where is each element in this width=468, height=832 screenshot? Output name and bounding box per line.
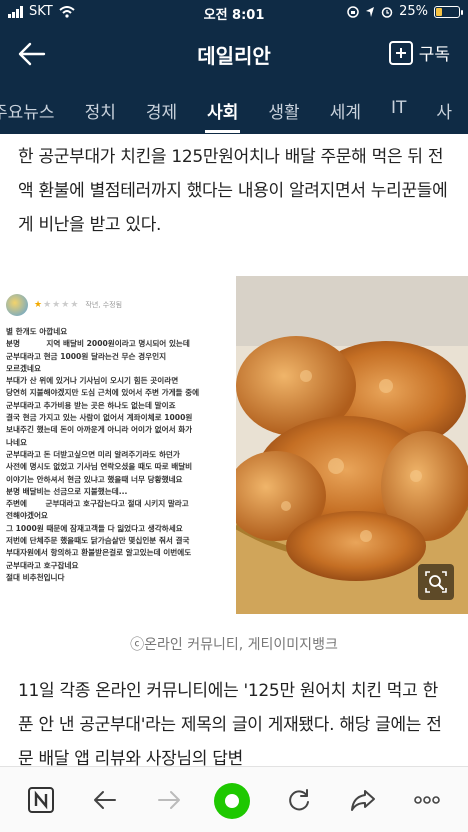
green-dot-icon[interactable]	[212, 781, 252, 821]
star-icon: ★	[34, 300, 44, 310]
review-text: 별 한개도 아깝네요 분명 지역 배달비 2000원이라고 명시되어 있는데 군…	[6, 327, 200, 582]
more-icon[interactable]	[412, 785, 442, 815]
star-icon: ★	[61, 300, 71, 310]
tab-living[interactable]: 생활	[268, 98, 299, 123]
article-image: ★★★★★ 작년, 수정됨 별 한개도 아깝네요 분명 지역 배달비 2000원…	[0, 276, 468, 614]
battery-percent: 25%	[399, 4, 428, 19]
article-body: 한 공군부대가 치킨을 125만원어치나 배달 주문해 먹은 뒤 전액 환불에 …	[0, 134, 468, 766]
rating-stars: ★★★★★	[34, 300, 79, 310]
naver-n-icon[interactable]	[26, 785, 56, 815]
review-screenshot: ★★★★★ 작년, 수정됨 별 한개도 아깝네요 분명 지역 배달비 2000원…	[0, 276, 236, 614]
image-caption: ⓒ온라인 커뮤니티, 게티이미지뱅크	[130, 637, 338, 653]
star-icon: ★	[52, 300, 62, 310]
tab-main-news[interactable]: 주요뉴스	[0, 98, 55, 123]
tab-it[interactable]: IT	[391, 98, 406, 123]
browser-toolbar	[0, 766, 468, 832]
subscribe-label: 구독	[418, 45, 450, 65]
refresh-icon[interactable]	[284, 785, 314, 815]
status-bar: SKT 오전 8:01 25%	[0, 0, 468, 24]
article-paragraph: 11일 각종 온라인 커뮤니티에는 '125만 원어치 치킨 먹고 한 푼 안 …	[18, 681, 442, 766]
app-header: 데일리안 구독	[0, 24, 468, 84]
star-icon: ★	[70, 300, 80, 310]
article-intro: 한 공군부대가 치킨을 125만원어치나 배달 주문해 먹은 뒤 전액 환불에 …	[18, 147, 448, 235]
zoom-button[interactable]	[418, 564, 454, 600]
category-tabs: 주요뉴스 정치 경제 사회 생활 세계 IT 사	[0, 84, 468, 134]
subscribe-button[interactable]: 구독	[388, 40, 450, 65]
share-icon[interactable]	[348, 785, 378, 815]
star-icon: ★	[43, 300, 53, 310]
review-meta: 작년, 수정됨	[85, 301, 123, 309]
tab-politics[interactable]: 정치	[85, 98, 116, 123]
chicken-photo	[236, 276, 468, 614]
alarm-icon	[381, 6, 393, 18]
avatar	[6, 294, 28, 316]
rotation-lock-icon	[347, 5, 359, 18]
location-icon	[366, 6, 375, 17]
forward-arrow-icon[interactable]	[154, 785, 184, 815]
tab-society[interactable]: 사회	[205, 98, 241, 133]
tab-economy[interactable]: 경제	[146, 98, 177, 123]
plus-icon	[388, 40, 413, 65]
back-arrow-icon[interactable]	[90, 785, 120, 815]
tab-more[interactable]: 사	[436, 98, 452, 123]
tab-world[interactable]: 세계	[330, 98, 361, 123]
magnifier-icon	[425, 571, 447, 593]
battery-icon	[434, 5, 463, 18]
